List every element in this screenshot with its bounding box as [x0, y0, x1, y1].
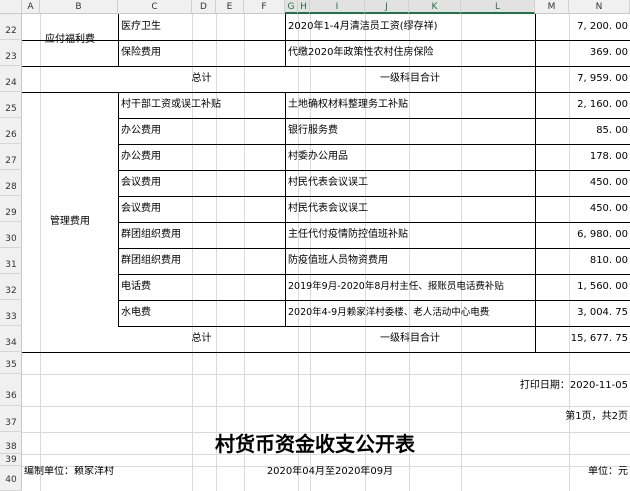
report-period[interactable]: 2020年04月至2020年09月: [230, 466, 430, 491]
column-header-l[interactable]: L: [461, 0, 535, 14]
print-date[interactable]: 打印日期：2020-11-05: [440, 374, 628, 406]
column-header-k[interactable]: K: [409, 0, 461, 14]
row-header[interactable]: 39: [0, 454, 22, 466]
currency-unit[interactable]: 单位：元: [540, 466, 628, 491]
amount-cell[interactable]: 7, 200. 00: [536, 14, 628, 40]
subject-cell[interactable]: 群团组织费用: [121, 248, 283, 274]
subtotal-label-welfare[interactable]: 一级科目合计: [285, 66, 535, 92]
subject-cell[interactable]: 办公费用: [121, 144, 283, 170]
row-header[interactable]: 38: [0, 432, 22, 454]
description-cell[interactable]: 土地确权材料整理务工补贴: [288, 92, 533, 118]
row-header[interactable]: 40: [0, 466, 22, 491]
row-header[interactable]: 25: [0, 92, 22, 118]
column-header-m[interactable]: M: [535, 0, 569, 14]
row-header[interactable]: 31: [0, 248, 22, 274]
amount-cell[interactable]: 450. 00: [536, 170, 628, 196]
table-border: [118, 14, 119, 66]
description-cell[interactable]: 村委办公用品: [288, 144, 533, 170]
row-header[interactable]: 33: [0, 300, 22, 326]
description-cell[interactable]: 2020年1-4月清洁员工资(缪存祥): [288, 14, 533, 40]
subject-cell[interactable]: 村干部工资或误工补贴: [121, 92, 283, 118]
select-all-corner[interactable]: [0, 0, 22, 14]
amount-cell[interactable]: 1, 560. 00: [536, 274, 628, 300]
column-header-j[interactable]: J: [365, 0, 409, 14]
subject-cell[interactable]: 保险费用: [121, 40, 283, 66]
row-header[interactable]: 29: [0, 196, 22, 222]
report-title[interactable]: 村货币资金收支公开表: [150, 429, 480, 459]
row-header[interactable]: 27: [0, 144, 22, 170]
amount-cell[interactable]: 178. 00: [536, 144, 628, 170]
column-header-n[interactable]: N: [569, 0, 630, 14]
description-cell[interactable]: 防疫值班人员物资费用: [288, 248, 533, 274]
subject-cell[interactable]: 群团组织费用: [121, 222, 283, 248]
column-header-c[interactable]: C: [118, 0, 192, 14]
column-header-a[interactable]: A: [22, 0, 40, 14]
row-header[interactable]: 35: [0, 352, 22, 374]
total-label-welfare[interactable]: 总计: [118, 66, 285, 92]
table-border: [285, 14, 286, 66]
subject-cell[interactable]: 医疗卫生: [121, 14, 283, 40]
table-border: [22, 352, 630, 353]
subject-cell[interactable]: 办公费用: [121, 118, 283, 144]
amount-cell[interactable]: 369. 00: [536, 40, 628, 66]
description-cell[interactable]: 2019年9月-2020年8月村主任、报账员电话费补贴: [288, 274, 533, 300]
column-header-d[interactable]: D: [192, 0, 216, 14]
total-amount-management[interactable]: 15, 677. 75: [536, 326, 628, 352]
description-cell[interactable]: 银行服务费: [288, 118, 533, 144]
row-header[interactable]: 24: [0, 66, 22, 92]
table-border: [285, 92, 286, 326]
row-header[interactable]: 32: [0, 274, 22, 300]
total-label-management[interactable]: 总计: [118, 326, 285, 352]
subtotal-label-management[interactable]: 一级科目合计: [285, 326, 535, 352]
row-header[interactable]: 36: [0, 374, 22, 406]
table-border: [118, 92, 119, 326]
amount-cell[interactable]: 3, 004. 75: [536, 300, 628, 326]
subject-cell[interactable]: 会议费用: [121, 196, 283, 222]
amount-cell[interactable]: 810. 00: [536, 248, 628, 274]
category-welfare[interactable]: 应付福利费: [22, 14, 118, 66]
column-header-f[interactable]: F: [244, 0, 285, 14]
category-management[interactable]: 管理费用: [22, 92, 118, 352]
column-header-e[interactable]: E: [216, 0, 244, 14]
row-header[interactable]: 37: [0, 406, 22, 432]
column-header-h[interactable]: H: [298, 0, 310, 14]
row-header[interactable]: 30: [0, 222, 22, 248]
total-amount-welfare[interactable]: 7, 959. 00: [536, 66, 628, 92]
row-header[interactable]: 34: [0, 326, 22, 352]
description-cell[interactable]: 代缴2020年政策性农村住房保险: [288, 40, 533, 66]
subject-cell[interactable]: 水电费: [121, 300, 283, 326]
subject-cell[interactable]: 电话费: [121, 274, 283, 300]
amount-cell[interactable]: 450. 00: [536, 196, 628, 222]
column-header-b[interactable]: B: [40, 0, 118, 14]
column-header-i[interactable]: I: [310, 0, 365, 14]
column-header-bar: A B C D E F G H I J K L M N: [0, 0, 630, 14]
row-header[interactable]: 28: [0, 170, 22, 196]
description-cell[interactable]: 2020年4-9月赖家洋村委楼、老人活动中心电费: [288, 300, 533, 326]
description-cell[interactable]: 村民代表会议误工: [288, 196, 533, 222]
amount-cell[interactable]: 2, 160. 00: [536, 92, 628, 118]
row-header[interactable]: 23: [0, 40, 22, 66]
description-cell[interactable]: 村民代表会议误工: [288, 170, 533, 196]
unit-name[interactable]: 编制单位：赖家洋村: [24, 466, 184, 491]
description-cell[interactable]: 主任代付疫情防控值班补贴: [288, 222, 533, 248]
row-header[interactable]: 26: [0, 118, 22, 144]
column-header-g[interactable]: G: [285, 0, 298, 14]
amount-cell[interactable]: 85. 00: [536, 118, 628, 144]
row-header[interactable]: 22: [0, 14, 22, 40]
row-header-bar: 22 23 24 25 26 27 28 29 30 31 32 33 34 3…: [0, 14, 22, 491]
subject-cell[interactable]: 会议费用: [121, 170, 283, 196]
amount-cell[interactable]: 6, 980. 00: [536, 222, 628, 248]
